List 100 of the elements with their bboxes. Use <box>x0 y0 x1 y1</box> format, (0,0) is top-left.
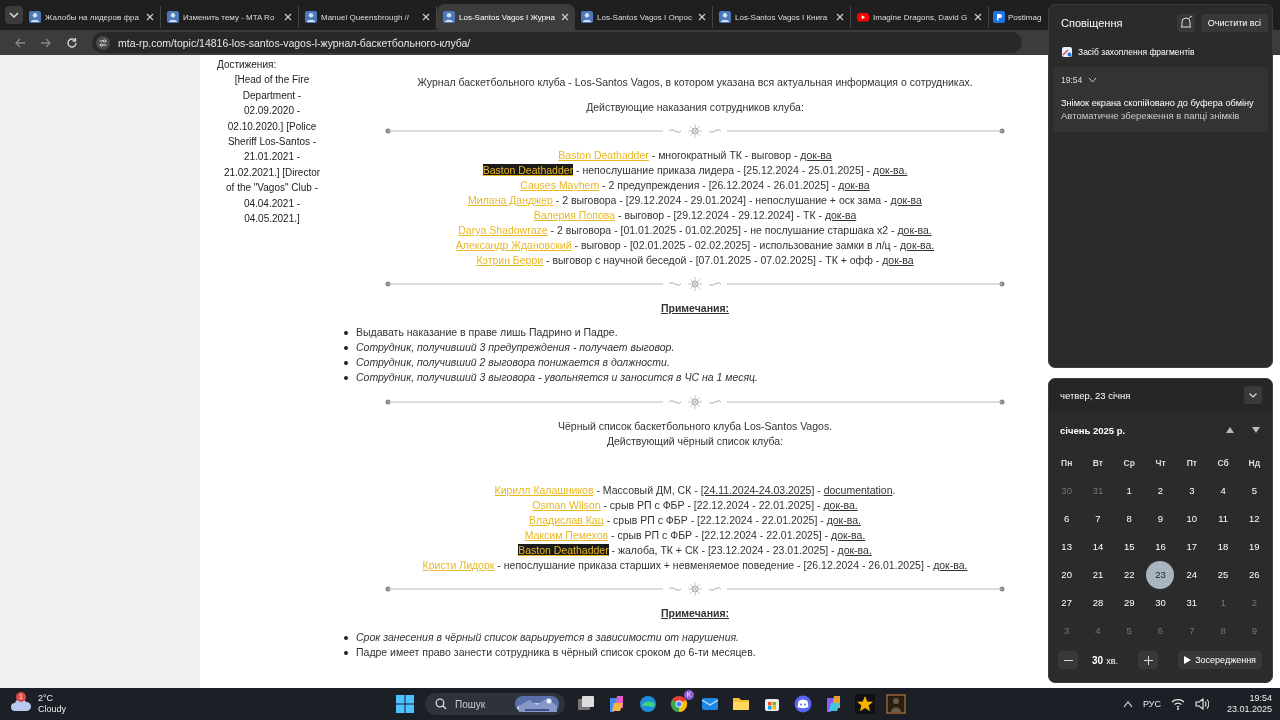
calendar-day[interactable]: 11 <box>1209 505 1238 533</box>
member-link[interactable]: Baston Deathadder <box>482 164 574 176</box>
proof-link[interactable]: док-ва <box>824 209 857 221</box>
calendar-day[interactable]: 24 <box>1177 561 1206 589</box>
decrease-button[interactable] <box>1058 651 1078 669</box>
calendar-day[interactable]: 4 <box>1209 477 1238 505</box>
search-field[interactable]: Пошук <box>425 693 565 715</box>
next-month-icon[interactable] <box>1252 427 1260 433</box>
chrome-icon[interactable] <box>669 694 689 714</box>
weekday-label: Ср <box>1123 458 1135 468</box>
proof-link[interactable]: док-ва <box>890 194 922 206</box>
chevron-up-icon[interactable] <box>1122 700 1133 708</box>
tab-list-icon[interactable] <box>5 6 23 24</box>
increase-button[interactable] <box>1138 651 1158 669</box>
calendar-day[interactable]: 17 <box>1177 533 1206 561</box>
address-bar[interactable]: mta-rp.com/topic/14816-los-santos-vagos-l-журнал-баскетбольного-клуба/ <box>92 32 1022 53</box>
calendar-day[interactable]: 9 <box>1146 505 1175 533</box>
calendar-day[interactable]: 3 <box>1177 477 1206 505</box>
calendar-day[interactable]: 29 <box>1115 589 1144 617</box>
clock[interactable]: 19:54 23.01.2025 <box>1226 693 1272 715</box>
browser-tab[interactable]: Жалобы на лидеров фра <box>23 6 161 28</box>
notification-card[interactable]: 19:54 Знімок екрана скопійовано до буфера обміну Автоматичне збереження в папці знімків <box>1053 67 1268 132</box>
clear-all-button[interactable]: Очистити всі <box>1200 14 1268 32</box>
calendar-day[interactable]: 22 <box>1115 561 1144 589</box>
list-entry: Валерия Попова - выговор - [29.12.2024 - 29.12.2024] - ТК - док-ва <box>533 208 857 223</box>
proof-link[interactable]: [24.11.2024-24.03.2025] <box>700 484 815 496</box>
calendar-day[interactable]: 18 <box>1209 533 1238 561</box>
back-icon[interactable] <box>14 36 26 49</box>
proof-link[interactable]: док-ва. <box>933 559 968 571</box>
browser-tab[interactable]: Imagine Dragons, David G <box>851 6 989 28</box>
do-not-disturb-icon[interactable] <box>1176 14 1195 32</box>
site-settings-icon[interactable] <box>96 35 110 50</box>
discord-icon[interactable] <box>793 694 813 714</box>
browser-tab[interactable]: Manuel Queensbrough // <box>299 6 437 28</box>
edge-icon[interactable] <box>638 694 658 714</box>
close-icon[interactable] <box>561 13 569 21</box>
browser-tab[interactable]: Postimag <box>989 6 1047 28</box>
calendar-day[interactable]: 12 <box>1240 505 1269 533</box>
calendar-day[interactable]: 7 <box>1083 505 1112 533</box>
browser-tab[interactable]: Los-Santos Vagos I Журна <box>437 4 575 30</box>
plus-icon <box>1143 655 1153 665</box>
close-icon[interactable] <box>146 13 154 21</box>
calendar-day[interactable]: 2 <box>1146 477 1175 505</box>
calendar-day[interactable]: 30 <box>1146 589 1175 617</box>
calendar-day[interactable]: 1 <box>1115 477 1144 505</box>
calendar-day[interactable]: 19 <box>1240 533 1269 561</box>
chevron-down-icon[interactable] <box>1088 77 1098 83</box>
notes-heading: Примечания: <box>660 301 730 316</box>
browser-tab[interactable]: Los-Santos Vagos I Опрос <box>575 6 713 28</box>
volume-icon[interactable] <box>1194 698 1209 710</box>
reload-icon[interactable] <box>66 36 78 49</box>
close-icon[interactable] <box>836 13 844 21</box>
calendar-day[interactable]: 23 <box>1146 561 1175 589</box>
proof-link[interactable]: documentation <box>823 484 893 496</box>
close-icon[interactable] <box>974 13 982 21</box>
previous-month-icon[interactable] <box>1226 427 1234 433</box>
section-heading: Действующий чёрный список клуба: <box>606 434 784 449</box>
proof-link[interactable]: док-ва. <box>897 224 932 236</box>
figure-icon[interactable] <box>886 694 906 714</box>
person-icon <box>305 11 317 23</box>
calendar-day[interactable]: 25 <box>1209 561 1238 589</box>
calendar-day[interactable]: 14 <box>1083 533 1112 561</box>
wifi-icon[interactable] <box>1170 698 1185 710</box>
proof-link[interactable]: док-ва <box>800 149 832 161</box>
browser-tab[interactable]: Los-Santos Vagos I Книга <box>713 6 851 28</box>
calendar-day[interactable]: 26 <box>1240 561 1269 589</box>
chevron-down-icon[interactable] <box>1244 386 1262 404</box>
close-icon[interactable] <box>284 13 292 21</box>
close-icon[interactable] <box>698 13 706 21</box>
proof-link[interactable]: док-ва. <box>831 529 866 541</box>
calendar-day[interactable]: 10 <box>1177 505 1206 533</box>
calendar-day[interactable]: 27 <box>1052 589 1081 617</box>
bullet-icon <box>344 650 348 655</box>
close-icon[interactable] <box>422 13 430 21</box>
proof-link[interactable]: док-ва. <box>837 544 872 556</box>
list-entry: Александр Ждановский - выговор - [02.01.2025 - 02.02.2025] - использование замки в л/ц - док-ва. <box>455 238 935 253</box>
calendar-day[interactable]: 31 <box>1177 589 1206 617</box>
calendar-day[interactable]: 5 <box>1240 477 1269 505</box>
calendar-day[interactable]: 15 <box>1115 533 1144 561</box>
calendar-day[interactable]: 8 <box>1115 505 1144 533</box>
calendar-day[interactable]: 28 <box>1083 589 1112 617</box>
notes-heading: Примечания: <box>660 606 730 621</box>
calendar-day[interactable]: 6 <box>1052 505 1081 533</box>
calendar-day[interactable]: 16 <box>1146 533 1175 561</box>
calendar-day[interactable]: 20 <box>1052 561 1081 589</box>
proof-link[interactable]: док-ва. <box>899 239 935 251</box>
forward-icon[interactable] <box>40 36 52 49</box>
proof-link[interactable]: док-ва <box>838 179 870 191</box>
start-icon[interactable] <box>396 695 414 713</box>
star-icon[interactable] <box>855 694 875 714</box>
browser-tab[interactable]: Изменить тему - MTA Ro <box>161 6 299 28</box>
proof-link[interactable]: док-ва. <box>826 514 861 526</box>
calendar-day[interactable]: 21 <box>1083 561 1112 589</box>
proof-link[interactable]: док-ва. <box>823 499 858 511</box>
calendar-day[interactable]: 13 <box>1052 533 1081 561</box>
proof-link[interactable]: док-ва <box>882 254 914 266</box>
focus-button[interactable]: Зосередження <box>1178 651 1262 669</box>
proof-link[interactable]: док-ва. <box>873 164 908 176</box>
member-link[interactable]: Baston Deathadder <box>518 544 609 556</box>
language-indicator[interactable]: РУС <box>1142 699 1161 709</box>
